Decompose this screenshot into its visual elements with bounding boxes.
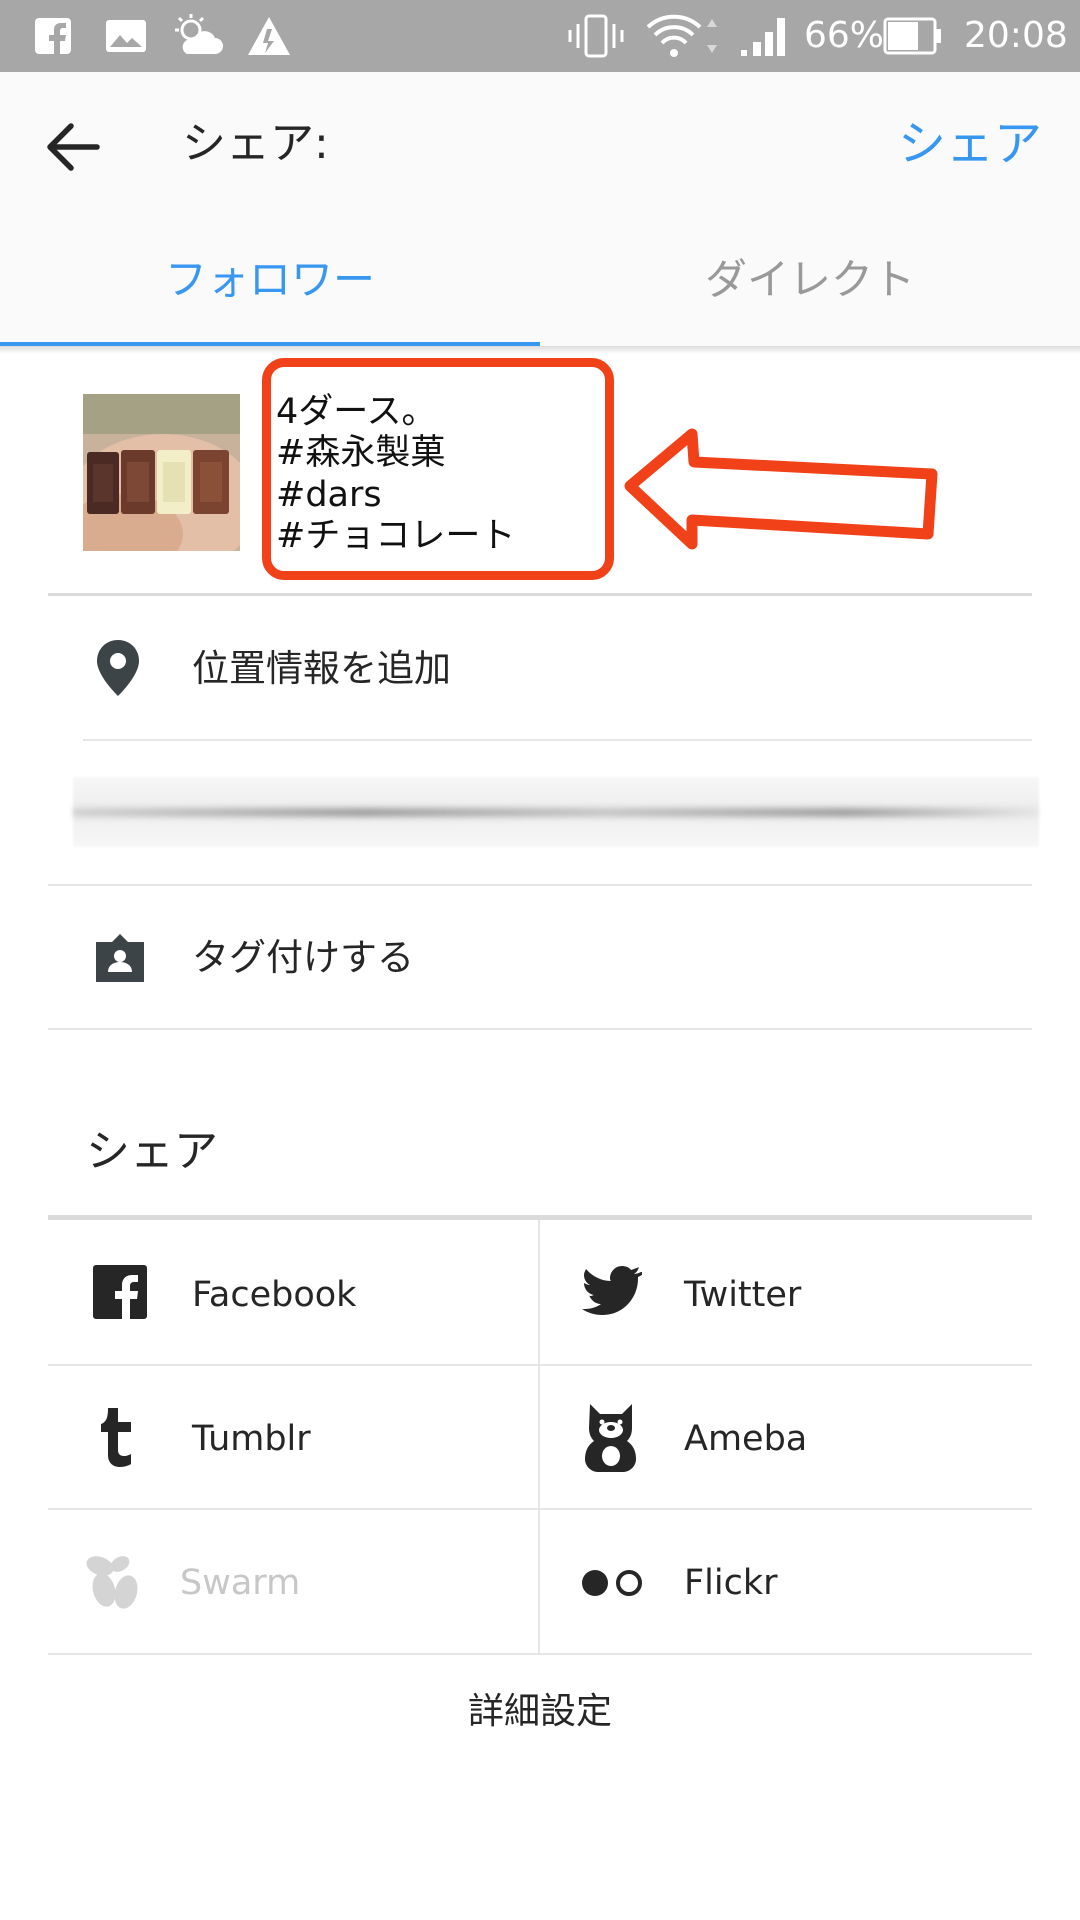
location-divider: [83, 739, 1032, 741]
annotation-arrow-icon: [622, 424, 942, 552]
battery-icon: [882, 0, 944, 72]
signal-icon: [738, 0, 794, 72]
person-tag-icon: [92, 930, 150, 988]
caption-line-1[interactable]: 4ダース。: [276, 391, 437, 433]
weather-icon: [172, 0, 224, 72]
wifi-icon: [642, 0, 722, 72]
facebook-icon: [32, 0, 74, 72]
post-thumbnail: [83, 394, 240, 551]
arrow-back-icon[interactable]: [40, 114, 106, 180]
tumblr-label: Tumblr: [192, 1419, 311, 1459]
tab-followers[interactable]: フォロワー: [0, 250, 540, 310]
flickr-label: Flickr: [684, 1563, 778, 1603]
ameba-icon: [580, 1402, 642, 1474]
facebook-label: Facebook: [192, 1275, 357, 1315]
add-location-label[interactable]: 位置情報を追加: [192, 644, 451, 694]
services-bottom-divider: [48, 1653, 1032, 1655]
twitter-icon: [580, 1266, 642, 1318]
share-button[interactable]: シェア: [898, 112, 1042, 176]
flickr-icon: [580, 1568, 646, 1598]
tumblr-icon: [98, 1408, 138, 1468]
advanced-settings-link[interactable]: 詳細設定: [0, 1687, 1080, 1737]
header-shadow: [0, 346, 1080, 354]
facebook-icon: [93, 1265, 147, 1319]
caption-line-3[interactable]: #dars: [276, 474, 382, 516]
tab-direct[interactable]: ダイレクト: [540, 250, 1080, 310]
vibrate-icon: [566, 0, 626, 72]
redacted-suggestions-row: [73, 777, 1039, 847]
swarm-icon: [82, 1552, 146, 1612]
caption-line-2[interactable]: #森永製菓: [276, 432, 445, 474]
share-section-title: シェア: [86, 1126, 218, 1177]
clock: 20:08: [964, 15, 1068, 56]
image-icon: [104, 0, 148, 72]
page-title: シェア:: [182, 118, 329, 169]
warning-icon: [245, 0, 293, 72]
tag-people-label[interactable]: タグ付けする: [192, 933, 414, 983]
caption-divider: [48, 593, 1032, 596]
swarm-label: Swarm: [180, 1563, 301, 1603]
battery-percent: 66%: [804, 15, 885, 56]
tag-divider: [48, 1028, 1032, 1030]
location-pin-icon: [93, 638, 149, 698]
caption-line-4[interactable]: #チョコレート: [276, 515, 515, 557]
ameba-label: Ameba: [684, 1419, 808, 1459]
redacted-divider: [48, 884, 1032, 886]
twitter-label: Twitter: [684, 1275, 802, 1315]
status-bar: 66% 20:08: [0, 0, 1080, 72]
